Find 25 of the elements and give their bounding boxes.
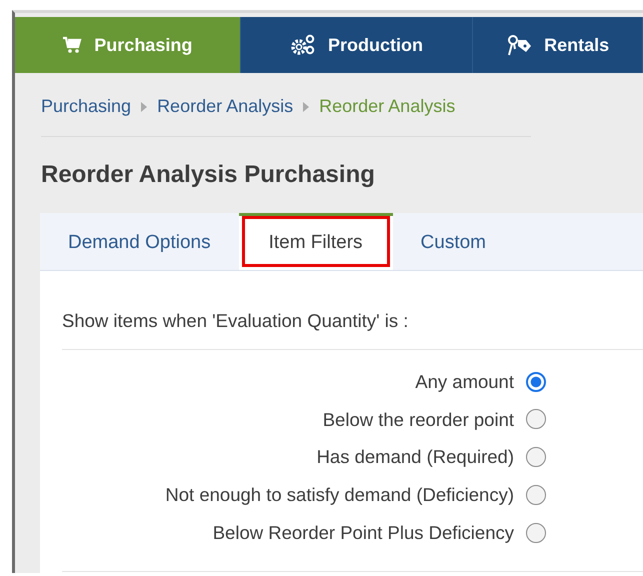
option-label: Not enough to satisfy demand (Deficiency)	[165, 483, 514, 507]
tab[interactable]: Demand Options	[40, 213, 239, 270]
radio-button[interactable]	[526, 409, 546, 430]
radio-button[interactable]	[526, 447, 546, 468]
filter-heading: Show items when 'Evaluation Quantity' is :	[62, 307, 643, 350]
breadcrumb-link[interactable]: Purchasing	[41, 93, 132, 120]
option-label: Any amount	[415, 370, 514, 394]
nav-tab[interactable]: Purchasing	[15, 17, 241, 73]
option-label: Below the reorder point	[322, 408, 514, 432]
option-label: Below Reorder Point Plus Deficiency	[212, 520, 514, 545]
gears-icon	[290, 34, 316, 56]
nav-tab[interactable]: Rentals	[473, 17, 643, 73]
chevron-icon	[141, 102, 148, 112]
tab[interactable]: Item Filters	[238, 213, 393, 270]
tab[interactable]: Custom	[392, 213, 514, 270]
radio-button[interactable]	[526, 522, 546, 543]
cart-icon	[62, 36, 82, 54]
chevron-icon	[303, 102, 310, 112]
radio-button[interactable]	[526, 372, 546, 392]
option-label: Has demand (Required)	[316, 445, 514, 470]
nav-tab[interactable]: Production	[240, 17, 474, 73]
breadcrumb-link[interactable]: Reorder Analysis	[157, 93, 294, 120]
radio-button[interactable]	[526, 484, 546, 505]
page-title: Reorder Analysis Purchasing	[41, 160, 376, 190]
keys-icon	[506, 34, 532, 56]
